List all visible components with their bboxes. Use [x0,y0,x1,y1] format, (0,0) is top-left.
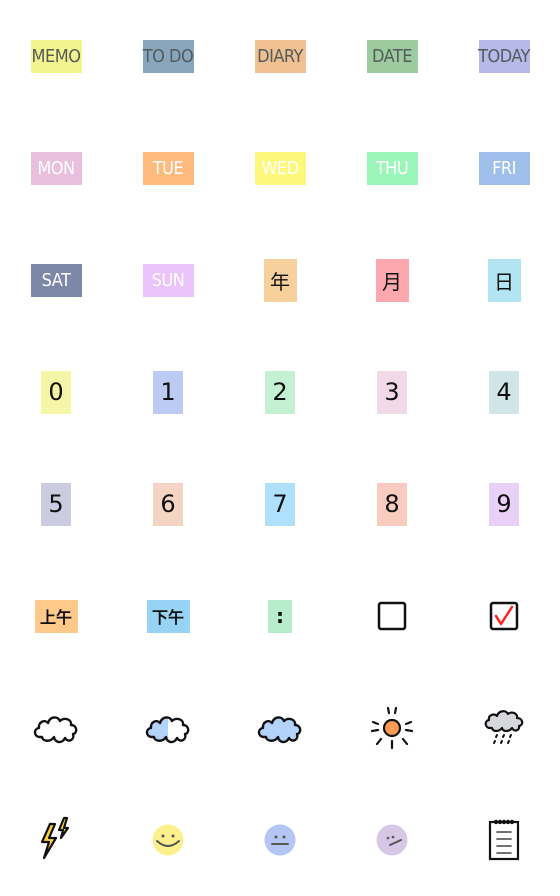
lightning-icon [40,816,70,860]
sticker-neutral-face[interactable] [224,784,336,896]
sticker-filled-cloud[interactable] [224,672,336,784]
notepad-icon [488,819,520,861]
sun-icon [370,706,414,750]
checked-checkbox-icon [489,601,519,631]
sticker-rain-cloud[interactable] [448,672,560,784]
digit-0-label: 0 [41,370,71,414]
month-label: 月 [375,258,409,302]
sticker-memo[interactable]: MEMO [0,0,112,112]
sticker-digit-6[interactable]: 6 [112,448,224,560]
date-label: DATE [366,39,418,73]
wednesday-label: WED [254,151,306,185]
digit-4-label: 4 [489,370,519,414]
saturday-label: SAT [30,263,82,297]
sticker-wednesday[interactable]: WED [224,112,336,224]
sticker-saturday[interactable]: SAT [0,224,112,336]
sticker-friday[interactable]: FRI [448,112,560,224]
sticker-date[interactable]: DATE [336,0,448,112]
sticker-pm[interactable]: 下午 [112,560,224,672]
filled-cloud-icon [257,716,302,744]
memo-label: MEMO [30,39,82,73]
sticker-monday[interactable]: MON [0,112,112,224]
sticker-year[interactable]: 年 [224,224,336,336]
sticker-am[interactable]: 上午 [0,560,112,672]
sticker-digit-9[interactable]: 9 [448,448,560,560]
digit-5-label: 5 [41,482,71,526]
digit-6-label: 6 [153,482,183,526]
digit-9-label: 9 [489,482,519,526]
year-label: 年 [263,258,297,302]
sticker-cloud-outline[interactable] [0,672,112,784]
tuesday-label: TUE [142,151,194,185]
sticker-smiley-face[interactable] [112,784,224,896]
sticker-colon[interactable]: : [224,560,336,672]
diary-label: DIARY [254,39,306,73]
pm-label: 下午 [146,599,190,633]
sticker-digit-4[interactable]: 4 [448,336,560,448]
half-filled-cloud-icon [145,716,190,744]
sticker-digit-1[interactable]: 1 [112,336,224,448]
sticker-digit-5[interactable]: 5 [0,448,112,560]
sticker-checked-checkbox[interactable] [448,560,560,672]
friday-label: FRI [478,151,530,185]
sticker-digit-3[interactable]: 3 [336,336,448,448]
sticker-month[interactable]: 月 [336,224,448,336]
sunday-label: SUN [142,263,194,297]
cloud-outline-icon [33,716,78,744]
sticker-digit-2[interactable]: 2 [224,336,336,448]
sticker-grid: MEMO TO DO DIARY DATE TODAY MON TUE WED … [0,0,560,896]
sticker-half-filled-cloud[interactable] [112,672,224,784]
am-label: 上午 [34,599,78,633]
todo-label: TO DO [142,39,194,73]
digit-7-label: 7 [265,482,295,526]
sticker-sun[interactable] [336,672,448,784]
digit-3-label: 3 [377,370,407,414]
sticker-digit-0[interactable]: 0 [0,336,112,448]
digit-1-label: 1 [153,370,183,414]
digit-2-label: 2 [265,370,295,414]
smiley-face-icon [152,824,184,856]
sticker-skeptical-face[interactable] [336,784,448,896]
neutral-face-icon [264,824,296,856]
today-label: TODAY [478,39,530,73]
sticker-digit-8[interactable]: 8 [336,448,448,560]
day-label: 日 [487,258,521,302]
sticker-lightning[interactable] [0,784,112,896]
rain-cloud-icon [484,710,524,744]
sticker-digit-7[interactable]: 7 [224,448,336,560]
sticker-today[interactable]: TODAY [448,0,560,112]
skeptical-face-icon [376,824,408,856]
sticker-todo[interactable]: TO DO [112,0,224,112]
sticker-diary[interactable]: DIARY [224,0,336,112]
empty-checkbox-icon [377,601,407,631]
sticker-thursday[interactable]: THU [336,112,448,224]
sticker-day[interactable]: 日 [448,224,560,336]
sticker-tuesday[interactable]: TUE [112,112,224,224]
monday-label: MON [30,151,82,185]
sticker-empty-checkbox[interactable] [336,560,448,672]
digit-8-label: 8 [377,482,407,526]
sticker-notepad[interactable] [448,784,560,896]
colon-label: : [268,599,292,633]
thursday-label: THU [366,151,418,185]
sticker-sunday[interactable]: SUN [112,224,224,336]
